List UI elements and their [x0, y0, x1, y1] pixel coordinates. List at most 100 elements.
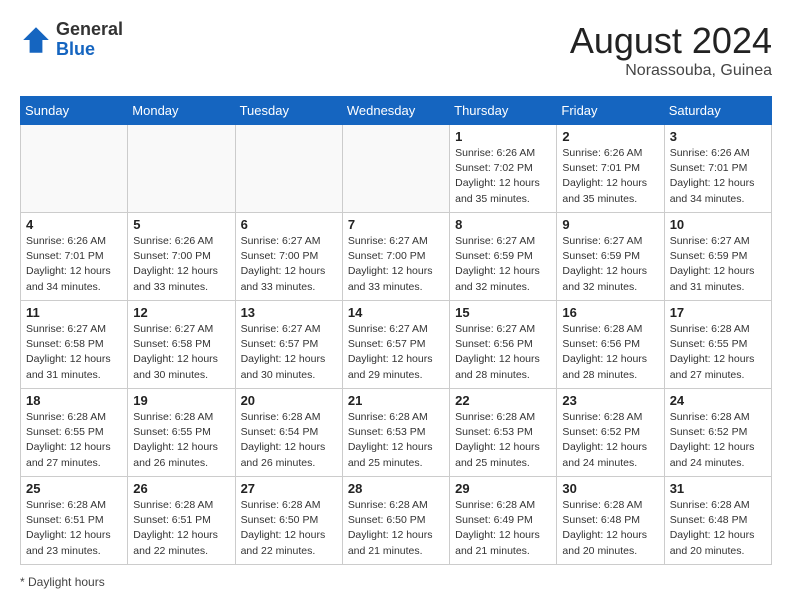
day-cell: 10 Sunrise: 6:27 AM Sunset: 6:59 PM Dayli… — [664, 213, 771, 301]
footer-note: * Daylight hours — [20, 575, 772, 589]
calendar-header-monday: Monday — [128, 97, 235, 125]
day-cell: 30 Sunrise: 6:28 AM Sunset: 6:48 PM Dayli… — [557, 477, 664, 565]
day-number: 1 — [455, 129, 551, 144]
day-cell — [128, 125, 235, 213]
day-number: 27 — [241, 481, 337, 496]
day-info: Sunrise: 6:28 AM Sunset: 6:55 PM Dayligh… — [133, 410, 229, 471]
day-info: Sunrise: 6:28 AM Sunset: 6:55 PM Dayligh… — [670, 322, 766, 383]
day-number: 26 — [133, 481, 229, 496]
day-cell: 6 Sunrise: 6:27 AM Sunset: 7:00 PM Daylig… — [235, 213, 342, 301]
day-cell — [235, 125, 342, 213]
day-cell: 7 Sunrise: 6:27 AM Sunset: 7:00 PM Daylig… — [342, 213, 449, 301]
calendar-table: SundayMondayTuesdayWednesdayThursdayFrid… — [20, 96, 772, 565]
logo-text: General Blue — [56, 20, 123, 60]
day-cell: 12 Sunrise: 6:27 AM Sunset: 6:58 PM Dayli… — [128, 301, 235, 389]
day-cell: 18 Sunrise: 6:28 AM Sunset: 6:55 PM Dayli… — [21, 389, 128, 477]
day-cell: 11 Sunrise: 6:27 AM Sunset: 6:58 PM Dayli… — [21, 301, 128, 389]
day-info: Sunrise: 6:27 AM Sunset: 6:56 PM Dayligh… — [455, 322, 551, 383]
day-info: Sunrise: 6:26 AM Sunset: 7:00 PM Dayligh… — [133, 234, 229, 295]
day-cell — [21, 125, 128, 213]
day-cell: 8Sunrise: 6:27 AM Sunset: 6:59 PM Daylig… — [450, 213, 557, 301]
day-cell: 20 Sunrise: 6:28 AM Sunset: 6:54 PM Dayli… — [235, 389, 342, 477]
day-number: 25 — [26, 481, 122, 496]
day-number: 12 — [133, 305, 229, 320]
day-info: Sunrise: 6:27 AM Sunset: 6:57 PM Dayligh… — [348, 322, 444, 383]
week-row-4: 18 Sunrise: 6:28 AM Sunset: 6:55 PM Dayli… — [21, 389, 772, 477]
day-number: 11 — [26, 305, 122, 320]
day-number: 14 — [348, 305, 444, 320]
calendar-header-tuesday: Tuesday — [235, 97, 342, 125]
calendar-header-saturday: Saturday — [664, 97, 771, 125]
day-info: Sunrise: 6:27 AM Sunset: 6:59 PM Dayligh… — [562, 234, 658, 295]
logo-icon — [20, 24, 52, 56]
day-number: 15 — [455, 305, 551, 320]
day-info: Sunrise: 6:28 AM Sunset: 6:51 PM Dayligh… — [133, 498, 229, 559]
day-cell: 5Sunrise: 6:26 AM Sunset: 7:00 PM Daylig… — [128, 213, 235, 301]
day-cell: 3Sunrise: 6:26 AM Sunset: 7:01 PM Daylig… — [664, 125, 771, 213]
day-number: 10 — [670, 217, 766, 232]
week-row-3: 11 Sunrise: 6:27 AM Sunset: 6:58 PM Dayli… — [21, 301, 772, 389]
day-number: 6 — [241, 217, 337, 232]
day-cell: 29 Sunrise: 6:28 AM Sunset: 6:49 PM Dayli… — [450, 477, 557, 565]
day-info: Sunrise: 6:27 AM Sunset: 7:00 PM Dayligh… — [241, 234, 337, 295]
day-info: Sunrise: 6:28 AM Sunset: 6:53 PM Dayligh… — [455, 410, 551, 471]
day-info: Sunrise: 6:28 AM Sunset: 6:54 PM Dayligh… — [241, 410, 337, 471]
day-cell: 28 Sunrise: 6:28 AM Sunset: 6:50 PM Dayli… — [342, 477, 449, 565]
day-number: 30 — [562, 481, 658, 496]
day-info: Sunrise: 6:28 AM Sunset: 6:52 PM Dayligh… — [670, 410, 766, 471]
month-year-title: August 2024 — [570, 20, 772, 62]
day-cell: 19Sunrise: 6:28 AM Sunset: 6:55 PM Dayli… — [128, 389, 235, 477]
day-number: 29 — [455, 481, 551, 496]
day-cell: 26 Sunrise: 6:28 AM Sunset: 6:51 PM Dayli… — [128, 477, 235, 565]
day-number: 20 — [241, 393, 337, 408]
day-cell — [342, 125, 449, 213]
day-number: 23 — [562, 393, 658, 408]
day-number: 28 — [348, 481, 444, 496]
logo: General Blue — [20, 20, 123, 60]
day-info: Sunrise: 6:28 AM Sunset: 6:52 PM Dayligh… — [562, 410, 658, 471]
day-number: 31 — [670, 481, 766, 496]
day-number: 16 — [562, 305, 658, 320]
day-number: 7 — [348, 217, 444, 232]
day-cell: 15 Sunrise: 6:27 AM Sunset: 6:56 PM Dayli… — [450, 301, 557, 389]
week-row-1: 1Sunrise: 6:26 AM Sunset: 7:02 PM Daylig… — [21, 125, 772, 213]
day-cell: 27 Sunrise: 6:28 AM Sunset: 6:50 PM Dayli… — [235, 477, 342, 565]
day-cell: 22Sunrise: 6:28 AM Sunset: 6:53 PM Dayli… — [450, 389, 557, 477]
title-block: August 2024 Norassouba, Guinea — [570, 20, 772, 80]
day-number: 18 — [26, 393, 122, 408]
day-cell: 21Sunrise: 6:28 AM Sunset: 6:53 PM Dayli… — [342, 389, 449, 477]
day-cell: 31Sunrise: 6:28 AM Sunset: 6:48 PM Dayli… — [664, 477, 771, 565]
day-info: Sunrise: 6:27 AM Sunset: 6:59 PM Dayligh… — [670, 234, 766, 295]
calendar-header-row: SundayMondayTuesdayWednesdayThursdayFrid… — [21, 97, 772, 125]
day-info: Sunrise: 6:27 AM Sunset: 6:58 PM Dayligh… — [133, 322, 229, 383]
day-info: Sunrise: 6:26 AM Sunset: 7:01 PM Dayligh… — [670, 146, 766, 207]
day-number: 2 — [562, 129, 658, 144]
calendar-header-sunday: Sunday — [21, 97, 128, 125]
day-cell: 24Sunrise: 6:28 AM Sunset: 6:52 PM Dayli… — [664, 389, 771, 477]
day-number: 17 — [670, 305, 766, 320]
calendar-header-friday: Friday — [557, 97, 664, 125]
day-cell: 13Sunrise: 6:27 AM Sunset: 6:57 PM Dayli… — [235, 301, 342, 389]
day-info: Sunrise: 6:28 AM Sunset: 6:50 PM Dayligh… — [241, 498, 337, 559]
day-number: 4 — [26, 217, 122, 232]
day-cell: 25 Sunrise: 6:28 AM Sunset: 6:51 PM Dayli… — [21, 477, 128, 565]
week-row-5: 25 Sunrise: 6:28 AM Sunset: 6:51 PM Dayli… — [21, 477, 772, 565]
day-info: Sunrise: 6:26 AM Sunset: 7:01 PM Dayligh… — [562, 146, 658, 207]
day-info: Sunrise: 6:28 AM Sunset: 6:51 PM Dayligh… — [26, 498, 122, 559]
day-cell: 16 Sunrise: 6:28 AM Sunset: 6:56 PM Dayli… — [557, 301, 664, 389]
day-info: Sunrise: 6:28 AM Sunset: 6:53 PM Dayligh… — [348, 410, 444, 471]
day-info: Sunrise: 6:28 AM Sunset: 6:55 PM Dayligh… — [26, 410, 122, 471]
day-info: Sunrise: 6:28 AM Sunset: 6:56 PM Dayligh… — [562, 322, 658, 383]
day-number: 13 — [241, 305, 337, 320]
day-info: Sunrise: 6:27 AM Sunset: 7:00 PM Dayligh… — [348, 234, 444, 295]
day-cell: 17 Sunrise: 6:28 AM Sunset: 6:55 PM Dayli… — [664, 301, 771, 389]
day-info: Sunrise: 6:27 AM Sunset: 6:59 PM Dayligh… — [455, 234, 551, 295]
day-cell: 4 Sunrise: 6:26 AM Sunset: 7:01 PM Daylig… — [21, 213, 128, 301]
page-header: General Blue August 2024 Norassouba, Gui… — [20, 20, 772, 80]
day-info: Sunrise: 6:27 AM Sunset: 6:58 PM Dayligh… — [26, 322, 122, 383]
day-cell: 1Sunrise: 6:26 AM Sunset: 7:02 PM Daylig… — [450, 125, 557, 213]
day-info: Sunrise: 6:28 AM Sunset: 6:50 PM Dayligh… — [348, 498, 444, 559]
day-info: Sunrise: 6:28 AM Sunset: 6:49 PM Dayligh… — [455, 498, 551, 559]
day-info: Sunrise: 6:28 AM Sunset: 6:48 PM Dayligh… — [562, 498, 658, 559]
day-info: Sunrise: 6:26 AM Sunset: 7:01 PM Dayligh… — [26, 234, 122, 295]
